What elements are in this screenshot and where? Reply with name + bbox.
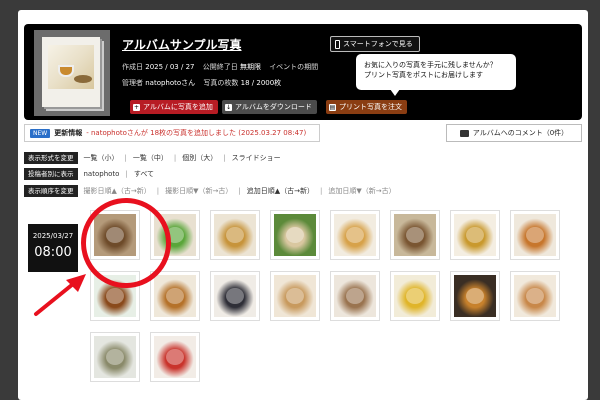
bubble-line-2: プリント写真をポストにお届けします: [364, 71, 483, 79]
sort-option-shot-desc[interactable]: 撮影日順▼（新→古）: [165, 186, 232, 196]
album-header: アルバムサンプル写真 スマートフォンで見る 作成日 2025 / 03 / 27…: [24, 24, 582, 120]
photo-thumbnail[interactable]: [390, 271, 440, 321]
photo-image: [514, 214, 556, 256]
photo-image: [154, 336, 196, 378]
album-page: アルバムサンプル写真 スマートフォンで見る 作成日 2025 / 03 / 27…: [18, 10, 588, 400]
display-option-list-small[interactable]: 一覧（小）: [84, 153, 119, 163]
photo-thumbnail[interactable]: [210, 210, 260, 260]
photo-image: [214, 214, 256, 256]
photo-image: [94, 336, 136, 378]
photo-image: [514, 275, 556, 317]
photo-image: [454, 214, 496, 256]
group-time: 08:00: [34, 245, 72, 260]
event-label: イベントの期間: [269, 63, 319, 71]
display-option-list-medium[interactable]: 一覧（中）: [133, 153, 168, 163]
album-comment-button[interactable]: アルバムへのコメント（0件）: [446, 124, 582, 142]
photo-image: [274, 275, 316, 317]
sort-option-added-asc[interactable]: 追加日順▲（古→新）: [247, 186, 314, 196]
photo-image: [214, 275, 256, 317]
photo-image: [274, 214, 316, 256]
poster-option-natophoto[interactable]: natophoto: [84, 170, 120, 178]
add-photos-label: アルバムに写真を追加: [143, 103, 213, 111]
photo-thumbnail[interactable]: [330, 271, 380, 321]
photo-group-datebox: 2025/03/27 08:00: [28, 224, 78, 272]
smartphone-view-label: スマートフォンで見る: [343, 40, 413, 48]
news-bar: NEW 更新情報 - natophotoさんが 18枚の写真を追加しました (2…: [24, 124, 320, 142]
photo-thumbnail[interactable]: [510, 210, 560, 260]
download-album-button[interactable]: ↓ アルバムをダウンロード: [222, 100, 317, 114]
count-value: 18 / 2000枚: [240, 79, 282, 87]
display-format-tag: 表示形式を変更: [24, 152, 78, 164]
album-comment-label: アルバムへのコメント（0件）: [472, 129, 569, 137]
group-date: 2025/03/27: [32, 232, 74, 240]
print-promo-bubble: お気に入りの写真を手元に残しませんか？ プリント写真をポストにお届けします: [356, 54, 516, 96]
photo-thumbnail[interactable]: [90, 332, 140, 382]
poster-option-all[interactable]: すべて: [134, 169, 154, 179]
pointer-arrow-icon: [34, 274, 86, 316]
photo-thumbnail[interactable]: [150, 271, 200, 321]
photo-thumbnail[interactable]: [210, 271, 260, 321]
highlight-circle: [81, 198, 171, 288]
photo-image: [454, 275, 496, 317]
photo-thumbnail[interactable]: [450, 271, 500, 321]
display-format-row: 表示形式を変更 一覧（小） | 一覧（中） | 個別（大） | スライドショー: [24, 152, 281, 164]
photo-image: [334, 214, 376, 256]
sort-order-row: 表示順序を変更 撮影日順▲（古→新） | 撮影日順▼（新→古） | 追加日順▲（…: [24, 185, 396, 197]
plus-icon: +: [133, 103, 140, 111]
deadline-value: 無期限: [239, 63, 261, 71]
sort-option-shot-asc[interactable]: 撮影日順▲（古→新）: [84, 186, 151, 196]
photo-thumbnail[interactable]: [330, 210, 380, 260]
download-icon: ↓: [225, 103, 232, 111]
count-label: 写真の枚数: [203, 79, 239, 87]
sort-option-added-desc[interactable]: 追加日順▼（新→古）: [328, 186, 395, 196]
deadline-label: 公開終了日: [202, 63, 238, 71]
smartphone-view-button[interactable]: スマートフォンで見る: [330, 36, 420, 52]
photo-image: [394, 214, 436, 256]
photo-thumbnail[interactable]: [390, 210, 440, 260]
print-icon: ▤: [329, 103, 336, 111]
new-badge: NEW: [30, 128, 51, 138]
admin-label: 管理者: [122, 79, 143, 87]
meta-row-1: 作成日 2025 / 03 / 27 公開終了日 無期限 イベントの期間: [122, 62, 318, 72]
photo-thumbnail[interactable]: [270, 210, 320, 260]
news-message[interactable]: - natophotoさんが 18枚の写真を追加しました (2025.03.27…: [86, 128, 306, 138]
album-title[interactable]: アルバムサンプル写真: [122, 36, 242, 53]
news-label: 更新情報: [54, 129, 83, 137]
photo-image: [334, 275, 376, 317]
bubble-line-1: お気に入りの写真を手元に残しませんか？: [364, 61, 497, 69]
order-prints-label: プリント写真を注文: [339, 103, 402, 111]
sort-order-tag: 表示順序を変更: [24, 185, 78, 197]
created-label: 作成日: [122, 63, 143, 71]
created-value: 2025 / 03 / 27: [145, 63, 195, 71]
photo-thumbnail[interactable]: [150, 332, 200, 382]
photo-thumbnail[interactable]: [450, 210, 500, 260]
photo-image: [154, 275, 196, 317]
photo-thumbnail[interactable]: [270, 271, 320, 321]
poster-filter-row: 投稿者別に表示 natophoto | すべて: [24, 168, 154, 180]
admin-value: natophotoさん: [145, 79, 196, 87]
display-option-slideshow[interactable]: スライドショー: [232, 153, 281, 163]
meta-row-2: 管理者 natophotoさん 写真の枚数 18 / 2000枚: [122, 78, 287, 88]
display-option-single-large[interactable]: 個別（大）: [182, 153, 217, 163]
photo-image: [394, 275, 436, 317]
album-cover-image: [34, 30, 110, 116]
poster-filter-tag: 投稿者別に表示: [24, 168, 78, 180]
photo-thumbnail[interactable]: [510, 271, 560, 321]
download-album-label: アルバムをダウンロード: [235, 103, 312, 111]
smartphone-icon: [335, 39, 340, 49]
comment-icon: [459, 129, 469, 137]
add-photos-button[interactable]: + アルバムに写真を追加: [130, 100, 218, 114]
order-prints-button[interactable]: ▤ プリント写真を注文: [326, 100, 407, 114]
